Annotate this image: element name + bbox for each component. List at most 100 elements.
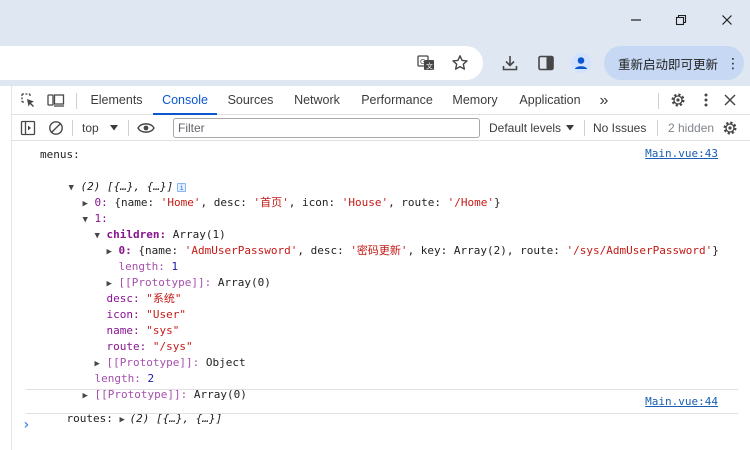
tab-memory[interactable]: Memory <box>449 86 501 115</box>
clear-icon <box>49 121 63 135</box>
side-panel-icon <box>538 55 554 71</box>
translate-icon: G 文 <box>417 55 434 71</box>
device-toolbar-button[interactable] <box>46 90 66 110</box>
update-button-label: 重新启动即可更新 <box>618 57 719 72</box>
more-vert-icon: ⋮ <box>726 54 741 71</box>
toolbar-divider <box>72 120 73 136</box>
object-preview-part: , key: <box>407 244 454 257</box>
object-preview-part: {name: <box>114 196 161 209</box>
object-preview-part: , icon: <box>288 196 342 209</box>
gear-icon <box>671 93 685 107</box>
hidden-messages-count: 2 hidden <box>668 121 715 135</box>
value: Object <box>205 356 246 369</box>
source-link-main-44[interactable]: Main.vue:44 <box>645 395 718 408</box>
message-divider <box>26 389 738 390</box>
address-bar[interactable]: G 文 <box>0 46 483 80</box>
icon-property: icon: "User" <box>80 291 187 321</box>
device-toggle-icon <box>47 94 65 107</box>
toolbar-divider <box>584 120 585 136</box>
children-prototype[interactable]: ▶ [[Prototype]]: Array(0) <box>80 259 271 289</box>
route-property: route: "/sys" <box>80 323 193 353</box>
profile-button[interactable] <box>567 49 595 77</box>
svg-text:G: G <box>420 58 425 66</box>
console-filter-bar: top Default levels No Issues 2 hidden <box>12 115 750 141</box>
collapsed-triangle-icon: ▶ <box>119 415 125 425</box>
menus-item-0[interactable]: ▶ 0: {name: 'Home', desc: '首页', icon: 'Ho… <box>56 179 501 209</box>
clear-console-button[interactable] <box>46 118 66 138</box>
menus-array-summary[interactable]: ▼ (2) [{…}, {…}] i <box>42 163 187 193</box>
tab-performance[interactable]: Performance <box>358 86 436 115</box>
string-value: '/sys/AdmUserPassword' <box>566 244 713 257</box>
string-value: '/Home' <box>447 196 495 209</box>
inspect-icon <box>21 93 34 107</box>
menus-item-1[interactable]: ▼ 1: <box>56 195 108 225</box>
close-icon <box>724 94 736 106</box>
tab-application[interactable]: Application <box>517 86 583 115</box>
toggle-sidebar-button[interactable] <box>18 118 38 138</box>
console-settings-button[interactable] <box>720 118 740 138</box>
children-item-0[interactable]: ▶ 0: {name: 'AdmUserPassword', desc: '密码更… <box>80 227 719 257</box>
side-panel-button[interactable] <box>532 49 560 77</box>
window-title-bar <box>0 0 750 40</box>
log-levels-label: Default levels <box>489 121 562 135</box>
source-link-main-43[interactable]: Main.vue:43 <box>645 147 718 160</box>
object-preview-part: , route: <box>388 196 448 209</box>
dropdown-triangle-icon <box>109 125 118 131</box>
object-preview-part: } <box>712 244 719 257</box>
object-preview-part: , desc: <box>297 244 351 257</box>
value: Array(0) <box>217 276 271 289</box>
message-divider <box>26 413 738 414</box>
minimize-button[interactable] <box>624 8 648 32</box>
sidebar-toggle-icon <box>20 120 36 136</box>
issues-count-button[interactable]: No Issues <box>593 121 646 135</box>
tab-sources[interactable]: Sources <box>223 86 278 115</box>
console-output: menus: Main.vue:43 ▼ (2) [{…}, {…}] i ▶ 0: … <box>12 141 750 450</box>
console-filter-input[interactable] <box>173 118 480 138</box>
children-length: length: 1 <box>92 243 179 273</box>
context-selector[interactable]: top <box>82 120 119 136</box>
close-icon <box>722 15 732 25</box>
bookmark-star-button[interactable] <box>446 49 474 77</box>
name-property: name: "sys" <box>80 307 180 337</box>
console-prompt-chevron-icon[interactable]: › <box>22 417 30 433</box>
desc-property: desc: "系统" <box>80 275 182 305</box>
close-devtools-button[interactable] <box>720 90 740 110</box>
translate-button[interactable]: G 文 <box>412 49 440 77</box>
string-value: '密码更新' <box>350 244 408 257</box>
toolbar-divider <box>657 120 658 136</box>
restore-icon <box>675 14 687 26</box>
relaunch-update-button[interactable]: 重新启动即可更新 ⋮ <box>604 46 744 80</box>
log-levels-dropdown[interactable]: Default levels <box>489 120 575 136</box>
toolbar-divider <box>658 93 659 109</box>
children-property[interactable]: ▼ children: Array(1) <box>68 211 226 241</box>
tab-elements[interactable]: Elements <box>85 86 148 115</box>
object-preview-part: } <box>494 196 501 209</box>
toolbar-divider <box>76 93 77 109</box>
downloads-button[interactable] <box>496 49 524 77</box>
close-window-button[interactable] <box>715 8 739 32</box>
restore-button[interactable] <box>669 8 693 32</box>
context-value: top <box>82 121 99 135</box>
settings-button[interactable] <box>668 90 688 110</box>
object-preview-part: , route: <box>506 244 567 257</box>
live-expression-button[interactable] <box>136 118 156 138</box>
tab-network[interactable]: Network <box>288 86 346 115</box>
inspect-element-button[interactable] <box>18 90 38 110</box>
dropdown-triangle-icon <box>566 125 575 131</box>
more-vert-icon <box>704 93 708 107</box>
string-value: 'House' <box>341 196 389 209</box>
browser-toolbar: G 文 重新启动即可更新 ⋮ <box>0 40 750 86</box>
string-value: 'Home' <box>160 196 201 209</box>
value: Array(2) <box>453 244 507 257</box>
array-prototype[interactable]: ▶ [[Prototype]]: Array(0) <box>56 371 247 401</box>
avatar-icon <box>571 53 591 73</box>
page-left-edge <box>0 86 12 450</box>
object-prototype[interactable]: ▶ [[Prototype]]: Object <box>68 339 246 369</box>
customize-menu-button[interactable] <box>696 90 716 110</box>
tab-console[interactable]: Console <box>153 86 217 115</box>
svg-text:文: 文 <box>426 62 433 71</box>
star-icon <box>452 55 468 70</box>
more-tabs-chevron-icon[interactable]: » <box>594 86 614 115</box>
routes-log-message[interactable]: routes: ▶ (2) [{…}, {…}] <box>40 395 223 425</box>
string-value: '首页' <box>253 196 289 209</box>
